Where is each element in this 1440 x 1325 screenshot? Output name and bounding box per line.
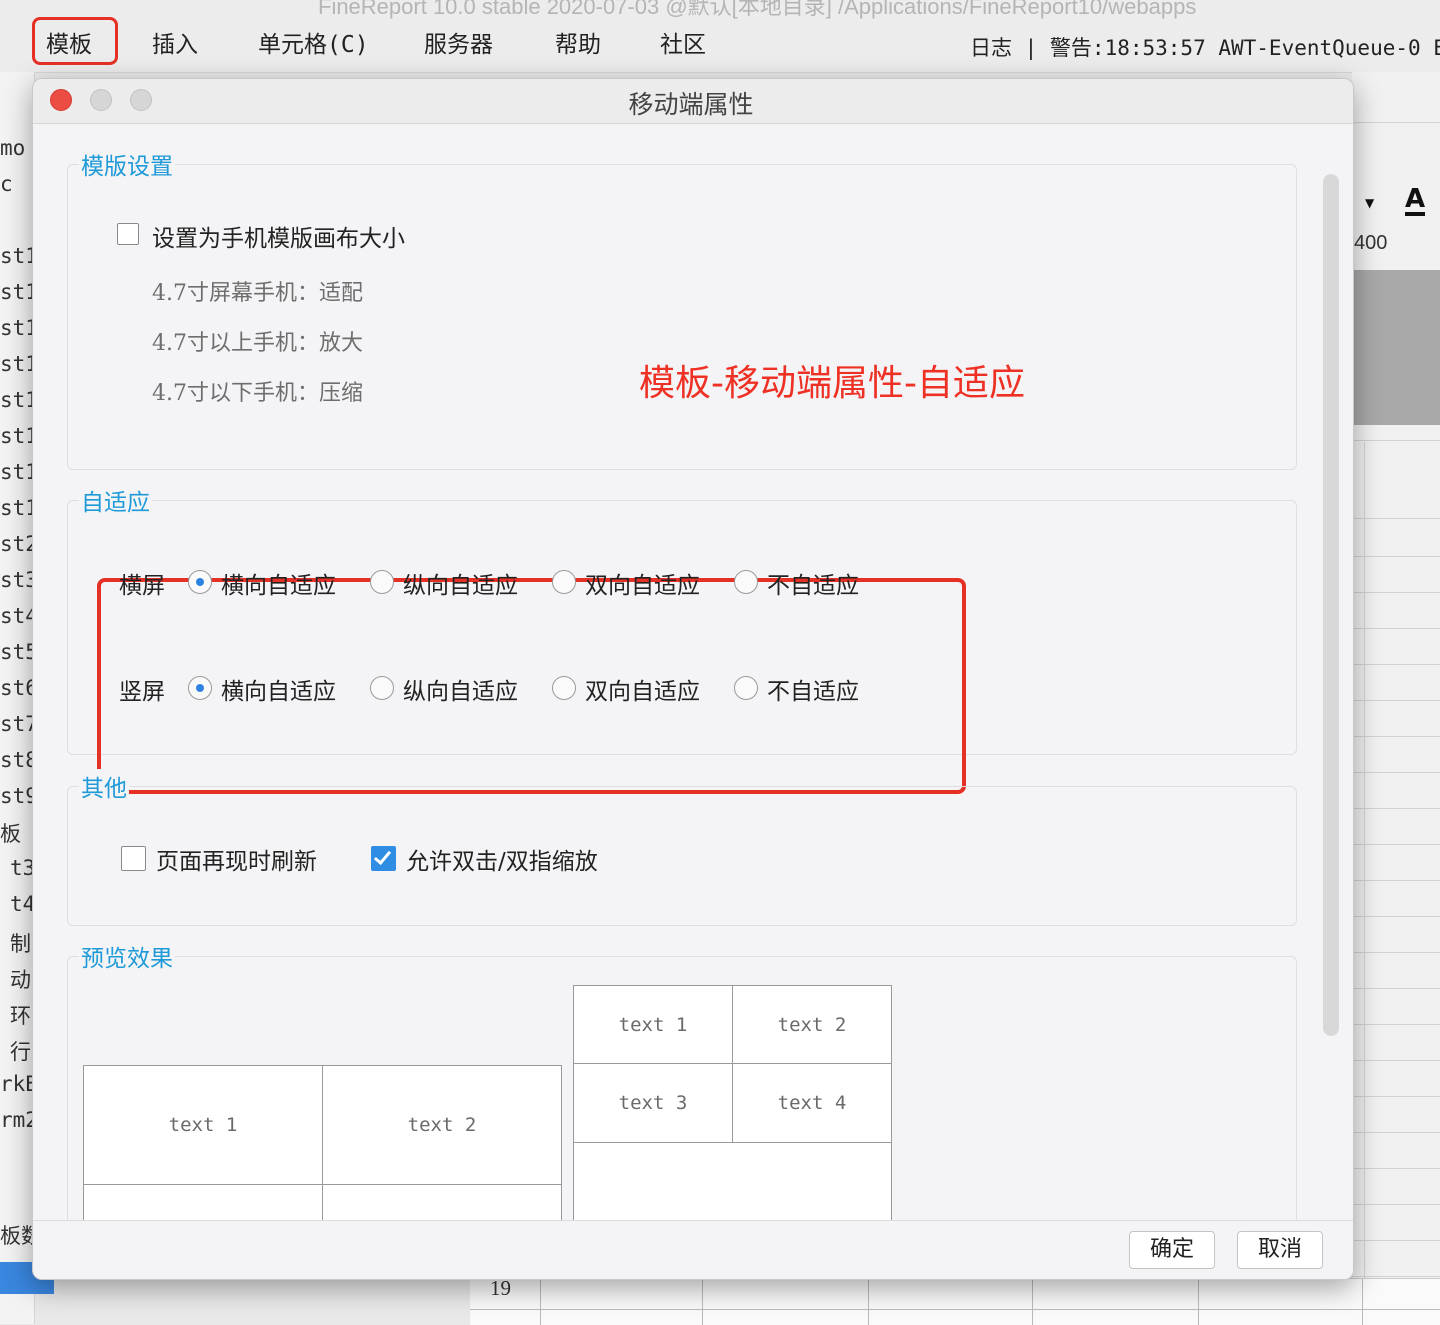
menu-cell[interactable]: 单元格(C): [258, 30, 369, 60]
zoom-label[interactable]: 允许双击/双指缩放: [406, 842, 598, 876]
dialog-footer: 确定 取消: [33, 1220, 1353, 1279]
landscape-preview-cell-3: [83, 1184, 323, 1220]
template-settings-group: [67, 164, 1297, 470]
portrait-both-radio[interactable]: [552, 676, 576, 700]
status-log[interactable]: 日志 | 警告:18:53:57 AWT-EventQueue-0 EI: [970, 32, 1440, 62]
portrait-vertical-radio[interactable]: [370, 676, 394, 700]
adaptive-title: 自适应: [79, 483, 152, 517]
landscape-none-label[interactable]: 不自适应: [767, 566, 859, 600]
note-47-above: 4.7寸以上手机：放大: [152, 331, 363, 356]
portrait-preview-cell-4: text 4: [732, 1063, 892, 1143]
menu-help[interactable]: 帮助: [555, 30, 601, 60]
landscape-none-radio[interactable]: [734, 570, 758, 594]
refresh-label[interactable]: 页面再现时刷新: [156, 842, 317, 876]
mobile-canvas-label[interactable]: 设置为手机模版画布大小: [152, 219, 405, 253]
portrait-preview-cell-3: text 3: [573, 1063, 733, 1143]
landscape-both-label[interactable]: 双向自适应: [585, 566, 700, 600]
refresh-checkbox[interactable]: [121, 846, 146, 871]
menu-insert[interactable]: 插入: [152, 30, 198, 60]
portrait-none-label[interactable]: 不自适应: [767, 672, 859, 706]
right-canvas: [1352, 72, 1440, 1324]
landscape-vertical-label[interactable]: 纵向自适应: [403, 566, 518, 600]
portrait-both-label[interactable]: 双向自适应: [585, 672, 700, 706]
menu-community[interactable]: 社区: [660, 30, 706, 60]
annotation-text: 模板-移动端属性-自适应: [639, 363, 1025, 404]
left-panel-item[interactable]: 环: [10, 1000, 31, 1030]
portrait-preview-cell-2: text 2: [732, 985, 892, 1064]
dialog-content: 模版设置 设置为手机模版画布大小 4.7寸屏幕手机：适配 4.7寸以上手机：放大…: [33, 124, 1353, 1220]
zoom-checkbox[interactable]: [371, 846, 396, 871]
cancel-button[interactable]: 取消: [1237, 1231, 1323, 1269]
landscape-preview-cell-1: text 1: [83, 1065, 323, 1185]
left-panel-item[interactable]: 行: [10, 1036, 31, 1066]
menu-bar: 模板 插入 单元格(C) 服务器 帮助 社区 日志 | 警告:18:53:57 …: [0, 17, 1440, 73]
ok-button[interactable]: 确定: [1129, 1231, 1215, 1269]
preview-title: 预览效果: [79, 939, 175, 973]
dialog-titlebar: 移动端属性: [33, 79, 1353, 124]
dialog-title: 移动端属性: [628, 90, 754, 119]
ruler-label: 400: [1354, 232, 1388, 254]
ruler-gray-area: [1352, 270, 1440, 425]
left-panel-item[interactable]: 动: [10, 964, 31, 994]
portrait-horizontal-label[interactable]: 横向自适应: [221, 672, 336, 706]
landscape-preview-cell-4: [322, 1184, 562, 1220]
landscape-label: 横屏: [119, 573, 165, 599]
note-47-below: 4.7寸以下手机：压缩: [152, 381, 363, 406]
sheet-grid: [470, 1278, 1440, 1325]
landscape-horizontal-label[interactable]: 横向自适应: [221, 566, 336, 600]
left-panel-item[interactable]: c: [0, 172, 13, 196]
left-panel-item[interactable]: mo: [0, 136, 25, 160]
note-47-fit: 4.7寸屏幕手机：适配: [152, 281, 363, 306]
landscape-both-radio[interactable]: [552, 570, 576, 594]
other-title: 其他: [79, 769, 129, 803]
portrait-vertical-label[interactable]: 纵向自适应: [403, 672, 518, 706]
landscape-vertical-radio[interactable]: [370, 570, 394, 594]
portrait-none-radio[interactable]: [734, 676, 758, 700]
left-panel-item[interactable]: 制: [10, 928, 31, 958]
template-settings-title: 模版设置: [79, 147, 175, 181]
vertical-scrollbar[interactable]: [1323, 174, 1339, 1036]
mobile-properties-dialog: 移动端属性 模版设置 设置为手机模版画布大小 4.7寸屏幕手机：适配 4.7寸以…: [32, 78, 1354, 1280]
menu-template[interactable]: 模板: [46, 30, 92, 60]
mobile-canvas-checkbox[interactable]: [117, 223, 139, 245]
window-title: FineReport 10.0 stable 2020-07-03 @默认[本地…: [0, 0, 1440, 20]
portrait-preview-cell-1: text 1: [573, 985, 733, 1064]
menu-server[interactable]: 服务器: [424, 30, 493, 60]
landscape-horizontal-radio[interactable]: [188, 570, 212, 594]
left-panel-item[interactable]: 板: [0, 818, 21, 848]
landscape-preview-cell-2: text 2: [322, 1065, 562, 1185]
font-color-icon[interactable]: A: [1405, 186, 1426, 216]
chevron-down-icon[interactable]: ▼: [1365, 196, 1374, 210]
portrait-horizontal-radio[interactable]: [188, 676, 212, 700]
portrait-label: 竖屏: [119, 679, 165, 705]
